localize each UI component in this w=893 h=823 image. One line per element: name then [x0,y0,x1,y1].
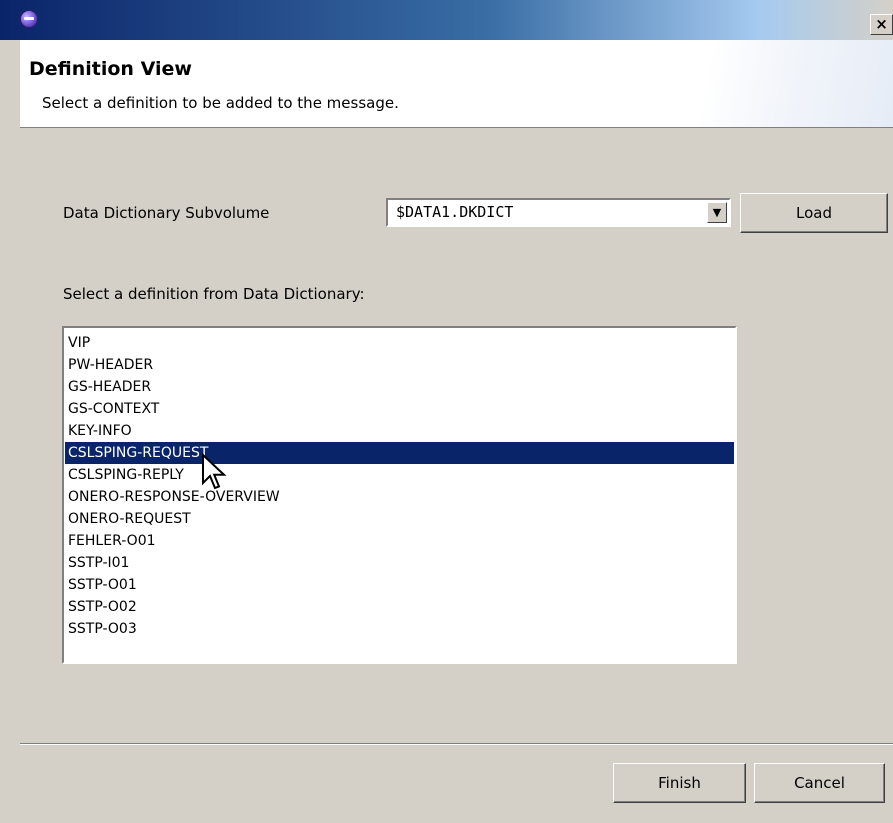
list-item[interactable]: ONERO-REQUEST [65,508,734,530]
cancel-button[interactable]: Cancel [754,763,885,803]
list-item[interactable]: ONERO-RESPONSE-OVERVIEW [65,486,734,508]
wizard-header: Definition View Select a definition to b… [20,40,893,128]
list-item[interactable]: SSTP-O01 [65,574,734,596]
footer-separator [20,743,893,745]
page-title: Definition View [29,58,192,80]
subvolume-label: Data Dictionary Subvolume [63,204,270,222]
title-bar: × [0,0,893,40]
list-item[interactable]: PW-HEADER [65,354,734,376]
subvolume-combobox[interactable]: $DATA1.DKDICT ▼ [386,198,731,227]
list-item[interactable]: CSLSPING-REQUEST [65,442,734,464]
subvolume-value: $DATA1.DKDICT [396,203,514,221]
dropdown-arrow-icon[interactable]: ▼ [707,202,727,223]
close-icon[interactable]: × [870,14,893,35]
finish-button[interactable]: Finish [613,763,746,803]
list-item[interactable]: FEHLER-O01 [65,530,734,552]
list-item[interactable]: GS-CONTEXT [65,398,734,420]
list-item[interactable]: GS-HEADER [65,376,734,398]
list-item[interactable]: SSTP-I01 [65,552,734,574]
list-item[interactable]: SSTP-O03 [65,618,734,640]
list-item[interactable]: CSLSPING-REPLY [65,464,734,486]
definition-list: VIP PW-HEADER GS-HEADER GS-CONTEXT KEY-INFO C… [65,332,734,640]
load-button[interactable]: Load [740,193,888,233]
list-item[interactable]: SSTP-O02 [65,596,734,618]
definition-listbox[interactable]: VIP PW-HEADER GS-HEADER GS-CONTEXT KEY-INFO C… [62,326,737,664]
eclipse-icon [20,10,38,28]
left-border [0,40,20,823]
list-item[interactable]: VIP [65,332,734,354]
page-description: Select a definition to be added to the m… [42,94,399,112]
list-item[interactable]: KEY-INFO [65,420,734,442]
mouse-pointer-icon [202,453,227,490]
definition-list-label: Select a definition from Data Dictionary… [63,285,365,303]
